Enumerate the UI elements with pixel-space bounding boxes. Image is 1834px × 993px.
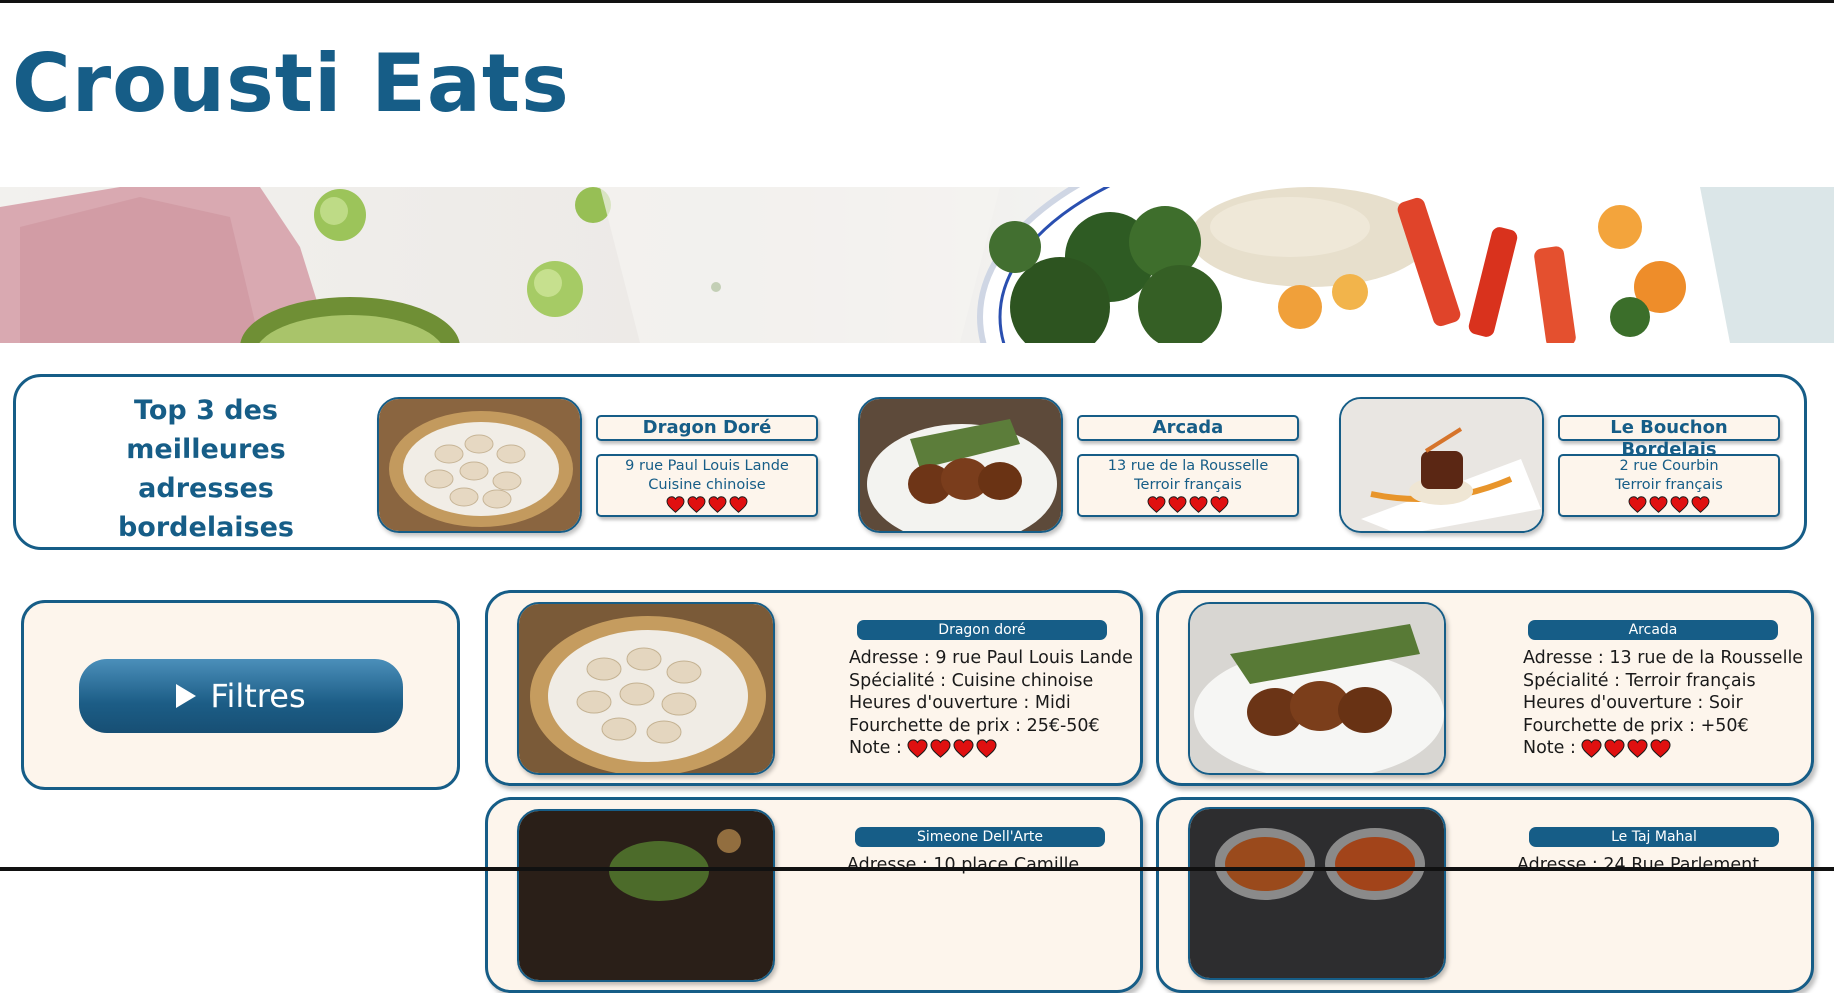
restaurant-card[interactable]: Le Taj Mahal Adresse : 24 Rue Parlement xyxy=(1156,797,1814,993)
top3-photo-steak-puree[interactable] xyxy=(1339,397,1544,533)
heart-icon xyxy=(976,738,997,758)
heart-icon xyxy=(1649,495,1668,513)
restaurant-details: Adresse : 9 rue Paul Louis Lande Spécial… xyxy=(849,647,1133,760)
window-top-border xyxy=(0,0,1834,3)
rating-hearts xyxy=(907,738,997,758)
heart-icon xyxy=(1189,495,1208,513)
heart-icon xyxy=(953,738,974,758)
restaurant-address: Adresse : 10 place Camille xyxy=(847,855,1080,875)
top3-title-line: meilleures xyxy=(126,434,286,465)
site-title: Crousti Eats xyxy=(12,37,570,130)
top3-info: 2 rue Courbin Terroir français xyxy=(1558,454,1780,517)
heart-icon xyxy=(666,495,685,513)
top3-title-line: bordelaises xyxy=(117,512,294,543)
heart-icon xyxy=(1627,738,1648,758)
filters-label: Filtres xyxy=(210,677,306,715)
heart-icon xyxy=(1210,495,1229,513)
filters-button[interactable]: Filtres xyxy=(79,659,403,733)
top3-info: 9 rue Paul Louis Lande Cuisine chinoise xyxy=(596,454,818,517)
restaurant-specialty: Spécialité : Terroir français xyxy=(1523,670,1756,691)
rating-hearts xyxy=(666,495,748,513)
restaurant-card[interactable]: Arcada Adresse : 13 rue de la Rousselle … xyxy=(1156,590,1814,786)
restaurant-note: Note : xyxy=(849,737,1133,760)
heart-icon xyxy=(708,495,727,513)
top3-name[interactable]: Dragon Doré xyxy=(596,415,818,441)
restaurant-price: Fourchette de prix : +50€ xyxy=(1523,715,1749,736)
heart-icon xyxy=(1581,738,1602,758)
restaurant-details: Adresse : 10 place Camille xyxy=(847,854,1079,877)
heart-icon xyxy=(1670,495,1689,513)
restaurant-card[interactable]: Simeone Dell'Arte Adresse : 10 place Cam… xyxy=(485,797,1143,993)
restaurant-name: Arcada xyxy=(1528,620,1778,640)
heart-icon xyxy=(1604,738,1625,758)
restaurant-name: Dragon doré xyxy=(857,620,1107,640)
rating-hearts xyxy=(1147,495,1229,513)
top3-panel: Top 3 des meilleures adresses bordelaise… xyxy=(13,374,1807,550)
filters-panel: Filtres xyxy=(21,600,460,790)
restaurant-address: Adresse : 13 rue de la Rousselle xyxy=(1523,648,1804,668)
restaurant-address: Adresse : 24 Rue Parlement xyxy=(1517,855,1760,875)
heart-icon xyxy=(1650,738,1671,758)
restaurant-photo[interactable] xyxy=(1188,807,1446,980)
restaurant-note: Note : xyxy=(1523,737,1803,760)
top3-name[interactable]: Le Bouchon Bordelais xyxy=(1558,415,1780,460)
restaurant-card[interactable]: Dragon doré Adresse : 9 rue Paul Louis L… xyxy=(485,590,1143,786)
note-label: Note : xyxy=(849,738,902,758)
top3-photo-dumplings[interactable] xyxy=(377,397,582,533)
heart-icon xyxy=(1628,495,1647,513)
hero-banner-image xyxy=(0,187,1834,343)
top3-cuisine: Terroir français xyxy=(1134,477,1242,493)
top3-cuisine: Terroir français xyxy=(1615,477,1723,493)
top3-address: 9 rue Paul Louis Lande xyxy=(625,458,789,474)
top3-title-line: Top 3 des xyxy=(133,395,278,426)
heart-icon xyxy=(1147,495,1166,513)
top3-address: 13 rue de la Rousselle xyxy=(1107,458,1269,474)
top3-name[interactable]: Arcada xyxy=(1077,415,1299,441)
restaurant-hours: Heures d'ouverture : Midi xyxy=(849,693,1071,713)
play-triangle-icon xyxy=(176,684,197,708)
rating-hearts xyxy=(1581,738,1671,758)
heart-icon xyxy=(729,495,748,513)
restaurant-name: Le Taj Mahal xyxy=(1529,827,1779,847)
restaurant-details: Adresse : 24 Rue Parlement xyxy=(1517,854,1759,877)
restaurant-specialty: Spécialité : Cuisine chinoise xyxy=(849,670,1094,691)
restaurant-photo[interactable] xyxy=(517,809,775,982)
note-label: Note : xyxy=(1523,738,1576,758)
top3-address: 2 rue Courbin xyxy=(1619,458,1719,474)
heart-icon xyxy=(1691,495,1710,513)
heart-icon xyxy=(907,738,928,758)
heart-icon xyxy=(930,738,951,758)
restaurant-photo[interactable] xyxy=(1188,602,1446,775)
restaurant-name: Simeone Dell'Arte xyxy=(855,827,1105,847)
rating-hearts xyxy=(1628,495,1710,513)
heart-icon xyxy=(687,495,706,513)
top3-info: 13 rue de la Rousselle Terroir français xyxy=(1077,454,1299,517)
heart-icon xyxy=(1168,495,1187,513)
restaurant-photo[interactable] xyxy=(517,602,775,775)
restaurant-price: Fourchette de prix : 25€-50€ xyxy=(849,715,1100,736)
restaurant-address: Adresse : 9 rue Paul Louis Lande xyxy=(849,648,1133,668)
restaurant-hours: Heures d'ouverture : Soir xyxy=(1523,693,1743,713)
top3-title: Top 3 des meilleures adresses bordelaise… xyxy=(86,391,326,547)
top3-title-line: adresses xyxy=(138,473,274,504)
top3-photo-roast-duck[interactable] xyxy=(858,397,1063,533)
restaurant-details: Adresse : 13 rue de la Rousselle Spécial… xyxy=(1523,647,1803,760)
window-bottom-border xyxy=(0,867,1834,871)
top3-cuisine: Cuisine chinoise xyxy=(648,477,766,493)
